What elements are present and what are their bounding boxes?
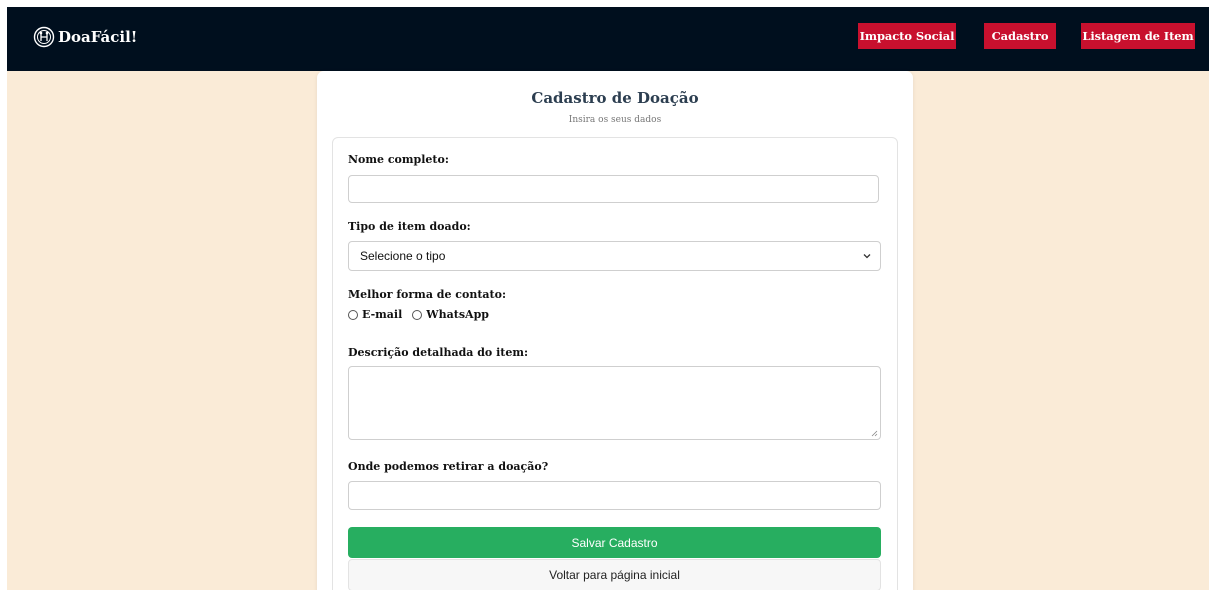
back-home-button[interactable]: Voltar para página inicial [348,559,881,590]
brand[interactable]: DoaFácil! [33,26,137,48]
radio-circle-icon[interactable] [412,309,423,320]
app-frame: DoaFácil! Impacto Social Cadastro Listag… [7,7,1209,590]
pickup-input[interactable] [348,481,881,510]
item-type-select[interactable]: Selecione o tipo [348,241,881,271]
item-type-label: Tipo de item doado: [348,220,471,233]
nav-cadastro-button[interactable]: Cadastro [984,23,1056,49]
pickup-label: Onde podemos retirar a doação? [348,460,549,473]
nav-impacto-social-button[interactable]: Impacto Social [858,23,956,49]
page-subtitle: Insira os seus dados [568,115,662,125]
radio-circle-icon[interactable] [348,309,358,320]
page-title: Cadastro de Doação [531,89,699,107]
brand-name: DoaFácil! [58,28,138,46]
navbar: DoaFácil! Impacto Social Cadastro Listag… [7,7,1209,71]
name-input[interactable] [348,175,879,203]
resize-grip-icon[interactable] [871,430,878,437]
contact-option-email[interactable]: E-mail [348,308,402,321]
handshake-globe-logo-icon [33,26,55,48]
description-label: Descrição detalhada do item: [348,346,529,359]
contact-label: Melhor forma de contato: [348,288,507,301]
donation-form: Nome completo: Tipo de item doado: Selec… [332,137,898,590]
item-type-selected-value: Selecione o tipo [360,249,446,263]
chevron-down-icon [863,254,871,259]
contact-option-whatsapp[interactable]: WhatsApp [412,308,489,321]
save-button[interactable]: Salvar Cadastro [348,527,881,558]
nav-listagem-de-item-button[interactable]: Listagem de Item [1081,23,1195,49]
contact-option-whatsapp-label: WhatsApp [426,308,489,321]
contact-radio-group: E-mail WhatsApp [348,308,499,321]
contact-option-email-label: E-mail [362,308,403,321]
donation-form-card: Cadastro de Doação Insira os seus dados … [317,71,913,590]
name-label: Nome completo: [348,153,449,166]
description-textarea[interactable] [348,366,881,440]
